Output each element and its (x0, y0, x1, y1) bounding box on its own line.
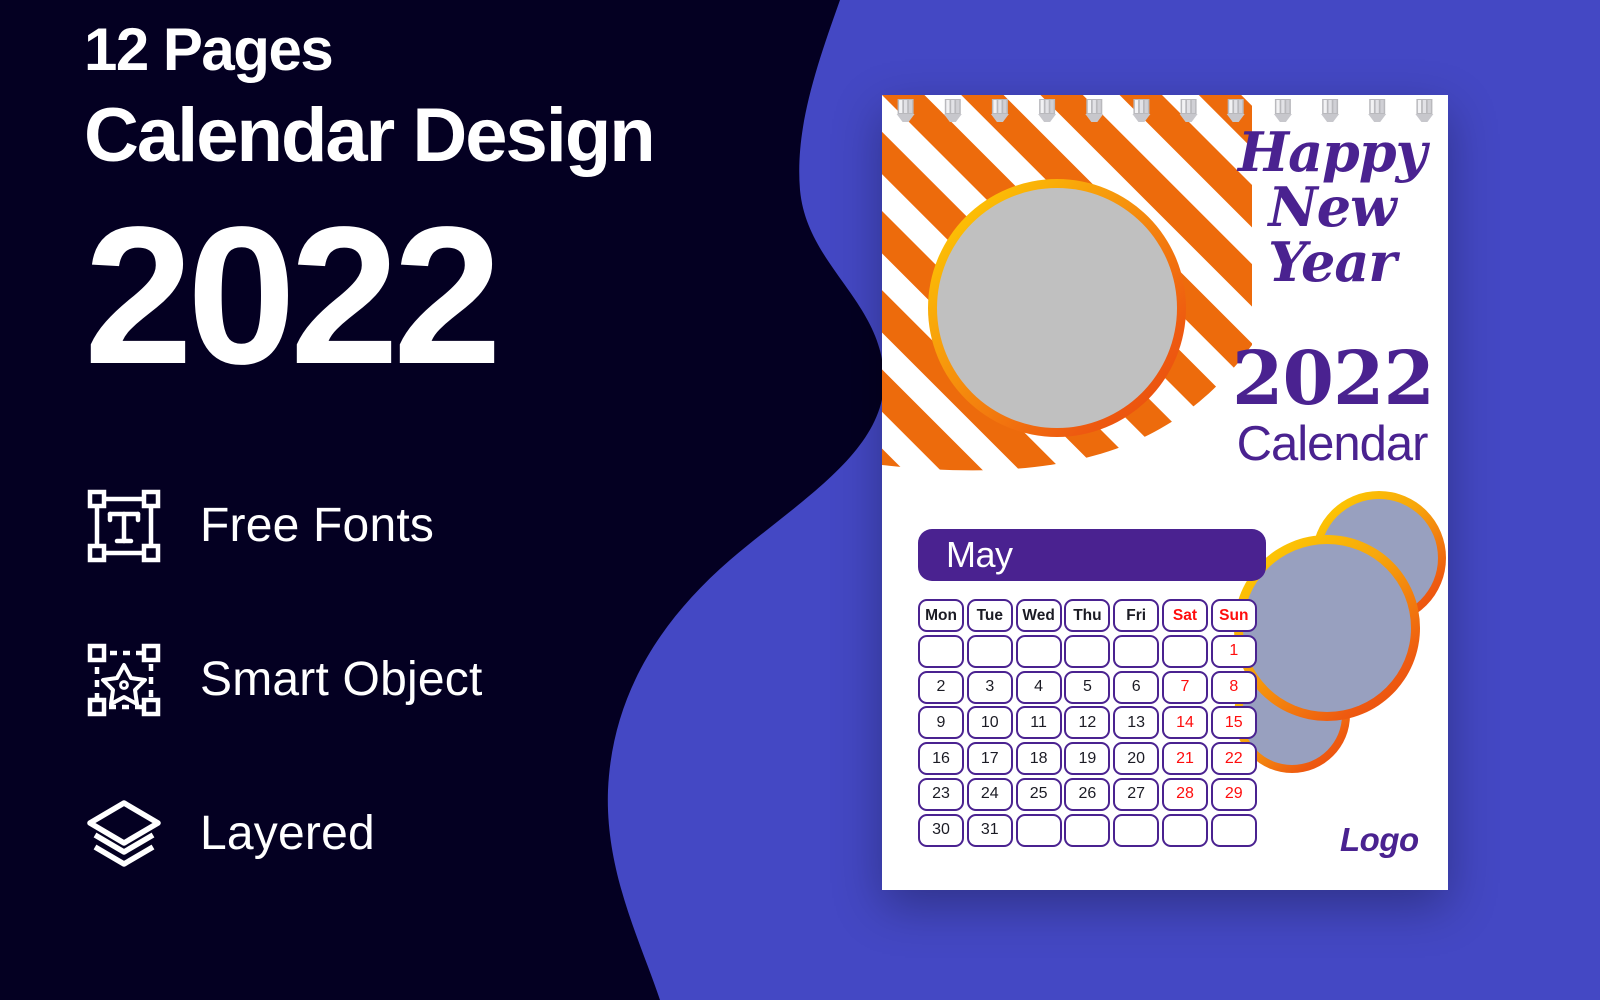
smart-object-icon (84, 640, 164, 720)
greeting-line-1: Happy (1238, 120, 1427, 184)
date-cell-empty[interactable] (1161, 634, 1208, 668)
date-cell[interactable]: 23 (918, 777, 964, 811)
date-cell[interactable]: 12 (1064, 706, 1111, 740)
feature-label: Free Fonts (200, 499, 435, 553)
logo-photo-cluster (1234, 491, 1448, 851)
date-cell[interactable]: 28 (1161, 777, 1208, 811)
date-cell[interactable]: 8 (1210, 670, 1257, 704)
date-cell[interactable]: 25 (1015, 777, 1062, 811)
date-cell[interactable]: 27 (1113, 777, 1160, 811)
date-cell[interactable]: 10 (966, 706, 1013, 740)
date-cell-empty[interactable] (1113, 634, 1160, 668)
date-cell[interactable]: 5 (1064, 670, 1111, 704)
feature-item-smart-object: Smart Object (84, 626, 804, 734)
date-cell[interactable]: 6 (1113, 670, 1160, 704)
feature-label: Smart Object (200, 653, 483, 707)
date-cell[interactable]: 17 (966, 742, 1013, 776)
date-cell[interactable]: 4 (1015, 670, 1062, 704)
promo-line-pages: 12 Pages (84, 16, 334, 83)
greeting-line-3: Year (1268, 230, 1397, 295)
date-cell[interactable]: 20 (1113, 742, 1160, 776)
date-cell-empty[interactable] (1015, 634, 1062, 668)
month-banner: May (918, 529, 1266, 581)
date-cell[interactable]: 9 (918, 706, 964, 740)
greeting-block: Happy New Year 2022 Calendar (1232, 120, 1435, 472)
date-cell-empty[interactable] (1161, 813, 1208, 847)
promo-panel: 12 Pages Calendar Design 2022 Free Fonts… (84, 18, 804, 918)
weekday-header: Sat (1161, 599, 1208, 632)
date-cell[interactable]: 1 (1210, 634, 1257, 668)
weekday-header: Mon (918, 599, 964, 632)
header-photo-placeholder[interactable] (928, 179, 1186, 437)
feature-item-free-fonts: Free Fonts (84, 472, 804, 580)
date-cell[interactable]: 7 (1161, 670, 1208, 704)
feature-list: Free Fonts Smart Object Layered (84, 472, 804, 888)
date-cell[interactable]: 26 (1064, 777, 1111, 811)
date-cell-empty[interactable] (918, 634, 964, 668)
date-cell[interactable]: 24 (966, 777, 1013, 811)
date-cell-empty[interactable] (966, 634, 1013, 668)
date-cell-empty[interactable] (1113, 813, 1160, 847)
calendar-year: 2022 (1232, 336, 1435, 423)
date-cell[interactable]: 3 (966, 670, 1013, 704)
date-cell-empty[interactable] (1210, 813, 1257, 847)
promo-line-title: Calendar Design (84, 93, 656, 178)
date-cell[interactable]: 13 (1113, 706, 1160, 740)
layers-icon (84, 794, 164, 874)
date-cell-empty[interactable] (1015, 813, 1062, 847)
date-grid: Mon Tue Wed Thu Fri Sat Sun 1 2 3 4 5 6 7 8 9 10 11 12 13 14… (918, 599, 1266, 847)
weekday-header: Fri (1113, 599, 1160, 632)
feature-label: Layered (200, 807, 375, 861)
weekday-header: Wed (1015, 599, 1062, 632)
date-cell[interactable]: 14 (1161, 706, 1208, 740)
weekday-header: Tue (966, 599, 1013, 632)
logo-text: Logo (1340, 821, 1419, 858)
date-cell[interactable]: 31 (966, 813, 1013, 847)
calendar-word: Calendar (1236, 417, 1429, 472)
month-name: May (946, 534, 1013, 575)
date-cell-empty[interactable] (1064, 634, 1111, 668)
date-cell[interactable]: 19 (1064, 742, 1111, 776)
date-cell[interactable]: 2 (918, 670, 964, 704)
date-cell[interactable]: 30 (918, 813, 964, 847)
date-cell[interactable]: 11 (1015, 706, 1062, 740)
weekday-header: Sun (1210, 599, 1257, 632)
date-cell[interactable]: 15 (1210, 706, 1257, 740)
promo-line-year: 2022 (84, 186, 502, 406)
spiral-binding (896, 99, 1434, 122)
date-cell[interactable]: 29 (1210, 777, 1257, 811)
greeting-line-2: New (1268, 175, 1396, 240)
date-cell-empty[interactable] (1064, 813, 1111, 847)
date-cell[interactable]: 16 (918, 742, 964, 776)
text-frame-icon (84, 486, 164, 566)
feature-item-layered: Layered (84, 780, 804, 888)
weekday-header: Thu (1064, 599, 1111, 632)
calendar-card: Happy New Year 2022 Calendar May Mon Tue W… (882, 95, 1448, 890)
date-cell[interactable]: 21 (1161, 742, 1208, 776)
date-cell[interactable]: 22 (1210, 742, 1257, 776)
date-cell[interactable]: 18 (1015, 742, 1062, 776)
